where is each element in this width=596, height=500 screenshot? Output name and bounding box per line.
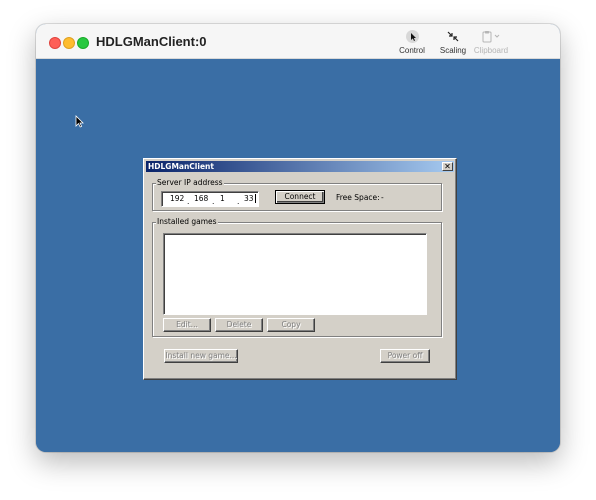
free-space-value: -: [381, 193, 384, 202]
control-icon: [396, 30, 428, 44]
ip-separator: .: [237, 197, 240, 206]
scaling-button[interactable]: Scaling: [437, 30, 469, 55]
free-space-label: Free Space:: [336, 193, 380, 202]
vnc-viewer-window: HDLGManClient:0 Control Scaling Clipboar…: [36, 24, 560, 452]
edit-button[interactable]: Edit...: [163, 318, 211, 332]
control-label: Control: [399, 46, 425, 55]
ip-separator: .: [187, 197, 190, 206]
clipboard-icon: [471, 30, 511, 44]
copy-button[interactable]: Copy: [267, 318, 315, 332]
installed-games-group: Installed games Edit... Delete Copy: [152, 217, 442, 337]
ip-octet-2: 168: [194, 194, 209, 203]
window-title: HDLGManClient:0: [96, 34, 207, 49]
remote-desktop[interactable]: HDLGManClient ✕ Server IP address 192 . …: [36, 59, 560, 452]
server-ip-input[interactable]: 192 . 168 . 1 . 33: [161, 191, 259, 207]
scaling-icon: [437, 30, 469, 44]
ip-octet-1: 192: [170, 194, 185, 203]
delete-button[interactable]: Delete: [215, 318, 263, 332]
dialog-title-bar[interactable]: HDLGManClient ✕: [146, 161, 454, 172]
ip-separator: .: [212, 197, 215, 206]
scaling-label: Scaling: [439, 46, 467, 55]
control-button[interactable]: Control: [396, 30, 428, 55]
zoom-window-button[interactable]: [77, 37, 89, 49]
ip-octet-4: 33: [244, 194, 254, 203]
clipboard-button[interactable]: Clipboard: [471, 30, 511, 55]
dialog-title: HDLGManClient: [148, 162, 214, 171]
clipboard-label: Clipboard: [473, 46, 509, 55]
power-off-button[interactable]: Power off: [380, 349, 430, 363]
connect-button[interactable]: Connect: [275, 190, 325, 204]
minimize-window-button[interactable]: [63, 37, 75, 49]
installed-games-group-label: Installed games: [156, 217, 218, 226]
title-bar: HDLGManClient:0 Control Scaling Clipboar…: [36, 24, 560, 59]
installed-games-list[interactable]: [163, 233, 427, 315]
close-window-button[interactable]: [49, 37, 61, 49]
server-ip-group-label: Server IP address: [156, 178, 224, 187]
dialog-close-button[interactable]: ✕: [442, 162, 453, 171]
server-ip-group: Server IP address 192 . 168 . 1 . 33 Con…: [152, 178, 442, 211]
install-new-game-button[interactable]: Install new game...: [164, 349, 238, 363]
hdlgman-dialog: HDLGManClient ✕ Server IP address 192 . …: [143, 158, 457, 380]
arrow-cursor-icon: [75, 115, 84, 128]
ip-octet-3: 1: [220, 194, 225, 203]
text-caret: [255, 194, 256, 203]
